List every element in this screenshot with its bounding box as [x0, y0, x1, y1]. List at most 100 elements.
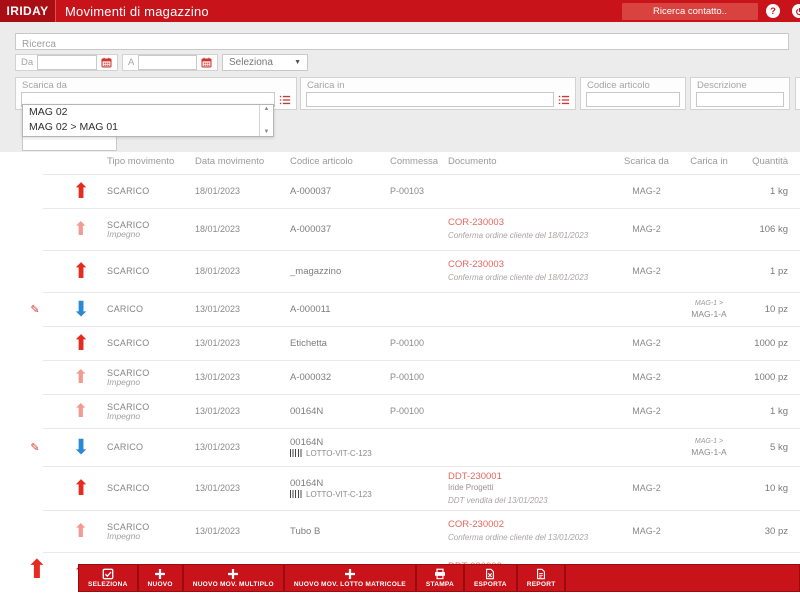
col-commessa[interactable]: Commessa	[390, 156, 448, 167]
type-select[interactable]: Seleziona ▼	[222, 54, 308, 71]
col-carica-in[interactable]: Carica in	[675, 156, 743, 167]
description-input[interactable]	[696, 92, 784, 107]
edit-pencil-icon[interactable]: ✎	[30, 441, 39, 454]
table-row[interactable]: ⬆ SCARICO Impegno 13/01/2023 A-000032 P-…	[15, 360, 800, 394]
load-warehouse-path: MAG-1 >	[694, 438, 724, 445]
quantity: 1 pz	[770, 265, 788, 277]
table-row[interactable]: ⬆ SCARICO 18/01/2023 _magazzino COR-2300…	[15, 250, 800, 292]
small-filter-input[interactable]	[22, 135, 117, 151]
lot-number: LOTTO-VIT-C-123	[306, 489, 372, 499]
movement-date: 13/01/2023	[195, 338, 241, 348]
article-code: _magazzino	[290, 265, 342, 277]
order-code: P-00100	[390, 338, 425, 348]
warehouse-option[interactable]: MAG 02 > MAG 01	[23, 120, 259, 135]
date-to-label: A	[128, 57, 135, 68]
unload-warehouse: MAG-2	[632, 483, 661, 493]
movement-arrow-icon: ⬇	[72, 297, 90, 321]
article-code: A-000037	[290, 185, 332, 197]
article-code: A-000011	[290, 303, 331, 315]
document-code: DDT-230001	[448, 470, 502, 482]
quantity: 5 kg	[770, 441, 788, 453]
col-scarica-da[interactable]: Scarica da	[618, 156, 675, 167]
movement-type: SCARICO	[107, 266, 150, 276]
date-from-input[interactable]	[37, 55, 97, 70]
search-input[interactable]	[16, 37, 788, 52]
page-title: Movimenti di magazzino	[65, 3, 209, 19]
col-data-movimento[interactable]: Data movimento	[195, 156, 290, 167]
movement-arrow-icon: ⬆	[72, 259, 90, 283]
movement-date: 13/01/2023	[195, 406, 241, 416]
edit-pencil-icon[interactable]: ✎	[30, 303, 39, 316]
load-warehouse: MAG-1-A	[691, 309, 727, 319]
table-row[interactable]: ✎ ⬇ CARICO 13/01/2023 00164N LOTTO-VIT-C…	[15, 428, 800, 466]
plus-icon	[344, 568, 356, 580]
col-quantita[interactable]: Quantità	[743, 156, 788, 167]
movement-date: 13/01/2023	[195, 483, 241, 493]
movement-type: CARICO	[107, 304, 144, 314]
movement-type: SCARICO	[107, 367, 150, 378]
toolbar-button-report[interactable]: REPORT	[517, 565, 567, 591]
row-edit-cell: ✎	[15, 303, 55, 316]
toolbar-button-seleziona[interactable]: SELEZIONA	[79, 565, 139, 591]
movement-type: SCARICO	[107, 338, 150, 348]
quantity: 10 pz	[764, 303, 788, 315]
movement-date: 18/01/2023	[195, 224, 241, 234]
movement-arrow-icon: ⬆	[72, 476, 90, 500]
table-body: ⬆ SCARICO 18/01/2023 A-000037 P-00103 MA…	[0, 174, 800, 594]
unload-warehouse: MAG-2	[632, 338, 661, 348]
toolbar-button-esporta[interactable]: ESPORTA	[464, 565, 518, 591]
list-picker-icon[interactable]	[279, 95, 291, 105]
table-header-row: Tipo movimento Data movimento Codice art…	[15, 150, 788, 172]
movement-subtype: Impegno	[107, 410, 141, 421]
movement-arrow-icon: ⬆	[72, 179, 90, 203]
table-row[interactable]: ✎ ⬇ CARICO 13/01/2023 A-000011 MAG-1 > M…	[15, 292, 800, 326]
search-field-wrap	[15, 33, 789, 52]
date-to-input[interactable]	[138, 55, 197, 70]
chevron-down-icon: ▼	[294, 59, 301, 66]
article-code: 00164N	[290, 436, 324, 448]
table-row[interactable]: ⬆ SCARICO Impegno 18/01/2023 A-000037 CO…	[15, 208, 800, 250]
table-row[interactable]: ⬆ SCARICO 13/01/2023 00164N LOTTO-VIT-C-…	[15, 466, 800, 510]
type-select-value: Seleziona	[229, 57, 273, 68]
list-picker-icon[interactable]	[558, 95, 570, 105]
printer-icon	[434, 568, 446, 580]
calendar-icon[interactable]	[101, 57, 112, 68]
article-code-input[interactable]	[586, 92, 680, 107]
col-codice-articolo[interactable]: Codice articolo	[290, 156, 390, 167]
toolbar-button-stampa[interactable]: STAMPA	[416, 565, 465, 591]
toolbar-button-nuovo[interactable]: NUOVO	[138, 565, 184, 591]
load-in-input[interactable]	[306, 92, 554, 107]
table-row[interactable]: ⬆ SCARICO 18/01/2023 A-000037 P-00103 MA…	[15, 174, 800, 208]
toolbar-button-nuovo-mov-multiplo[interactable]: NUOVO MOV. MULTIPLO	[183, 565, 285, 591]
lot-number: LOTTO-VIT-C-123	[306, 448, 372, 458]
scroll-down-icon[interactable]: ▼	[264, 129, 270, 135]
movement-type: CARICO	[107, 442, 144, 452]
quantity: 106 kg	[759, 223, 788, 235]
load-in-label: Carica in	[307, 80, 345, 91]
load-warehouse-path: MAG-1 >	[694, 300, 724, 307]
warehouse-option[interactable]: MAG 02	[23, 105, 259, 120]
movement-type: SCARICO	[107, 521, 150, 532]
table-row[interactable]: ⬆ SCARICO 13/01/2023 Etichetta P-00100 M…	[15, 326, 800, 360]
scroll-up-icon[interactable]: ▲	[264, 106, 270, 112]
calendar-icon[interactable]	[201, 57, 212, 68]
logout-icon[interactable]	[792, 4, 800, 18]
toolbar-button-nuovo-mov-lotto-matricole[interactable]: NUOVO MOV. LOTTO MATRICOLE	[284, 565, 417, 591]
movement-type: SCARICO	[107, 219, 150, 230]
top-header: IRIDAY Movimenti di magazzino Ricerca co…	[0, 0, 800, 22]
table-row[interactable]: ⬆ SCARICO Impegno 13/01/2023 Tubo B COR-…	[15, 510, 800, 552]
col-tipo-movimento[interactable]: Tipo movimento	[107, 156, 195, 167]
excel-icon	[484, 568, 496, 580]
dropdown-scrollbar[interactable]: ▲ ▼	[259, 105, 273, 136]
movement-date: 18/01/2023	[195, 266, 241, 276]
quantity: 30 pz	[764, 525, 788, 537]
contact-search-input[interactable]: Ricerca contatto..	[622, 2, 758, 20]
movement-type: SCARICO	[107, 483, 150, 493]
app-logo[interactable]: IRIDAY	[0, 0, 56, 22]
help-icon[interactable]: ?	[766, 4, 780, 18]
article-code-group: Codice articolo	[580, 77, 686, 110]
table-row[interactable]: ⬆ SCARICO Impegno 13/01/2023 00164N P-00…	[15, 394, 800, 428]
order-code: P-00103	[390, 186, 425, 196]
col-documento[interactable]: Documento	[448, 156, 618, 167]
movement-date: 18/01/2023	[195, 186, 241, 196]
